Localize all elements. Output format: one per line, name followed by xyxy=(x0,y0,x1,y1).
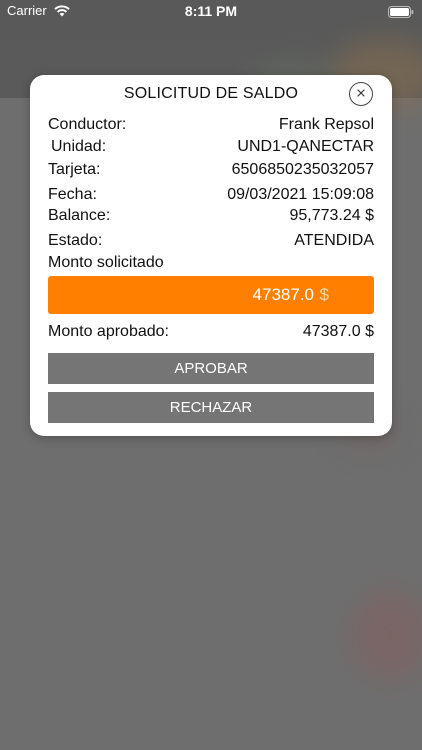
monto-solicitado-row: Monto solicitado xyxy=(48,254,374,276)
conductor-value: Frank Repsol xyxy=(278,116,374,133)
monto-aprobado-value: 47387.0 $ xyxy=(302,323,374,340)
requested-amount-value: 47387.0 xyxy=(252,285,314,304)
balance-request-dialog: SOLICITUD DE SALDO Conductor: Frank Reps… xyxy=(30,75,392,436)
reject-button[interactable]: RECHAZAR xyxy=(48,392,374,423)
requested-amount-field[interactable]: 47387.0 $ xyxy=(48,276,374,314)
unidad-row: Unidad: UND1-QANECTAR xyxy=(48,138,374,160)
conductor-label: Conductor: xyxy=(48,116,127,133)
close-button[interactable] xyxy=(349,82,373,106)
estado-value: ATENDIDA xyxy=(294,232,374,249)
fecha-value: 09/03/2021 15:09:08 xyxy=(227,186,374,203)
close-icon xyxy=(356,85,366,103)
fecha-row: Fecha: 09/03/2021 15:09:08 xyxy=(48,186,374,208)
balance-value: 95,773.24 $ xyxy=(289,207,374,224)
dialog-title: SOLICITUD DE SALDO xyxy=(123,85,299,102)
clock: 8:11 PM xyxy=(184,3,238,19)
tarjeta-value: 6506850235032057 xyxy=(231,161,374,178)
fecha-label: Fecha: xyxy=(48,186,97,203)
tarjeta-row: Tarjeta: 6506850235032057 xyxy=(48,161,374,183)
monto-aprobado-row: Monto aprobado: 47387.0 $ xyxy=(48,323,374,345)
app-screen: Carrier 8:11 PM SOLICITUD DE SALDO Condu… xyxy=(0,0,422,750)
status-bar: Carrier 8:11 PM xyxy=(0,0,422,22)
approve-button[interactable]: APROBAR xyxy=(48,353,374,384)
tarjeta-label: Tarjeta: xyxy=(48,161,101,178)
estado-label: Estado: xyxy=(48,232,103,249)
unidad-label: Unidad: xyxy=(51,138,107,155)
balance-label: Balance: xyxy=(48,207,111,224)
monto-solicitado-label: Monto solicitado xyxy=(48,254,164,271)
unidad-value: UND1-QANECTAR xyxy=(237,138,374,155)
requested-amount-currency: $ xyxy=(319,285,329,304)
conductor-row: Conductor: Frank Repsol xyxy=(48,116,374,138)
balance-row: Balance: 95,773.24 $ xyxy=(48,207,374,229)
estado-row: Estado: ATENDIDA xyxy=(48,232,374,254)
battery-icon xyxy=(388,5,414,21)
background-blur xyxy=(350,590,422,680)
monto-aprobado-label: Monto aprobado: xyxy=(48,323,169,340)
